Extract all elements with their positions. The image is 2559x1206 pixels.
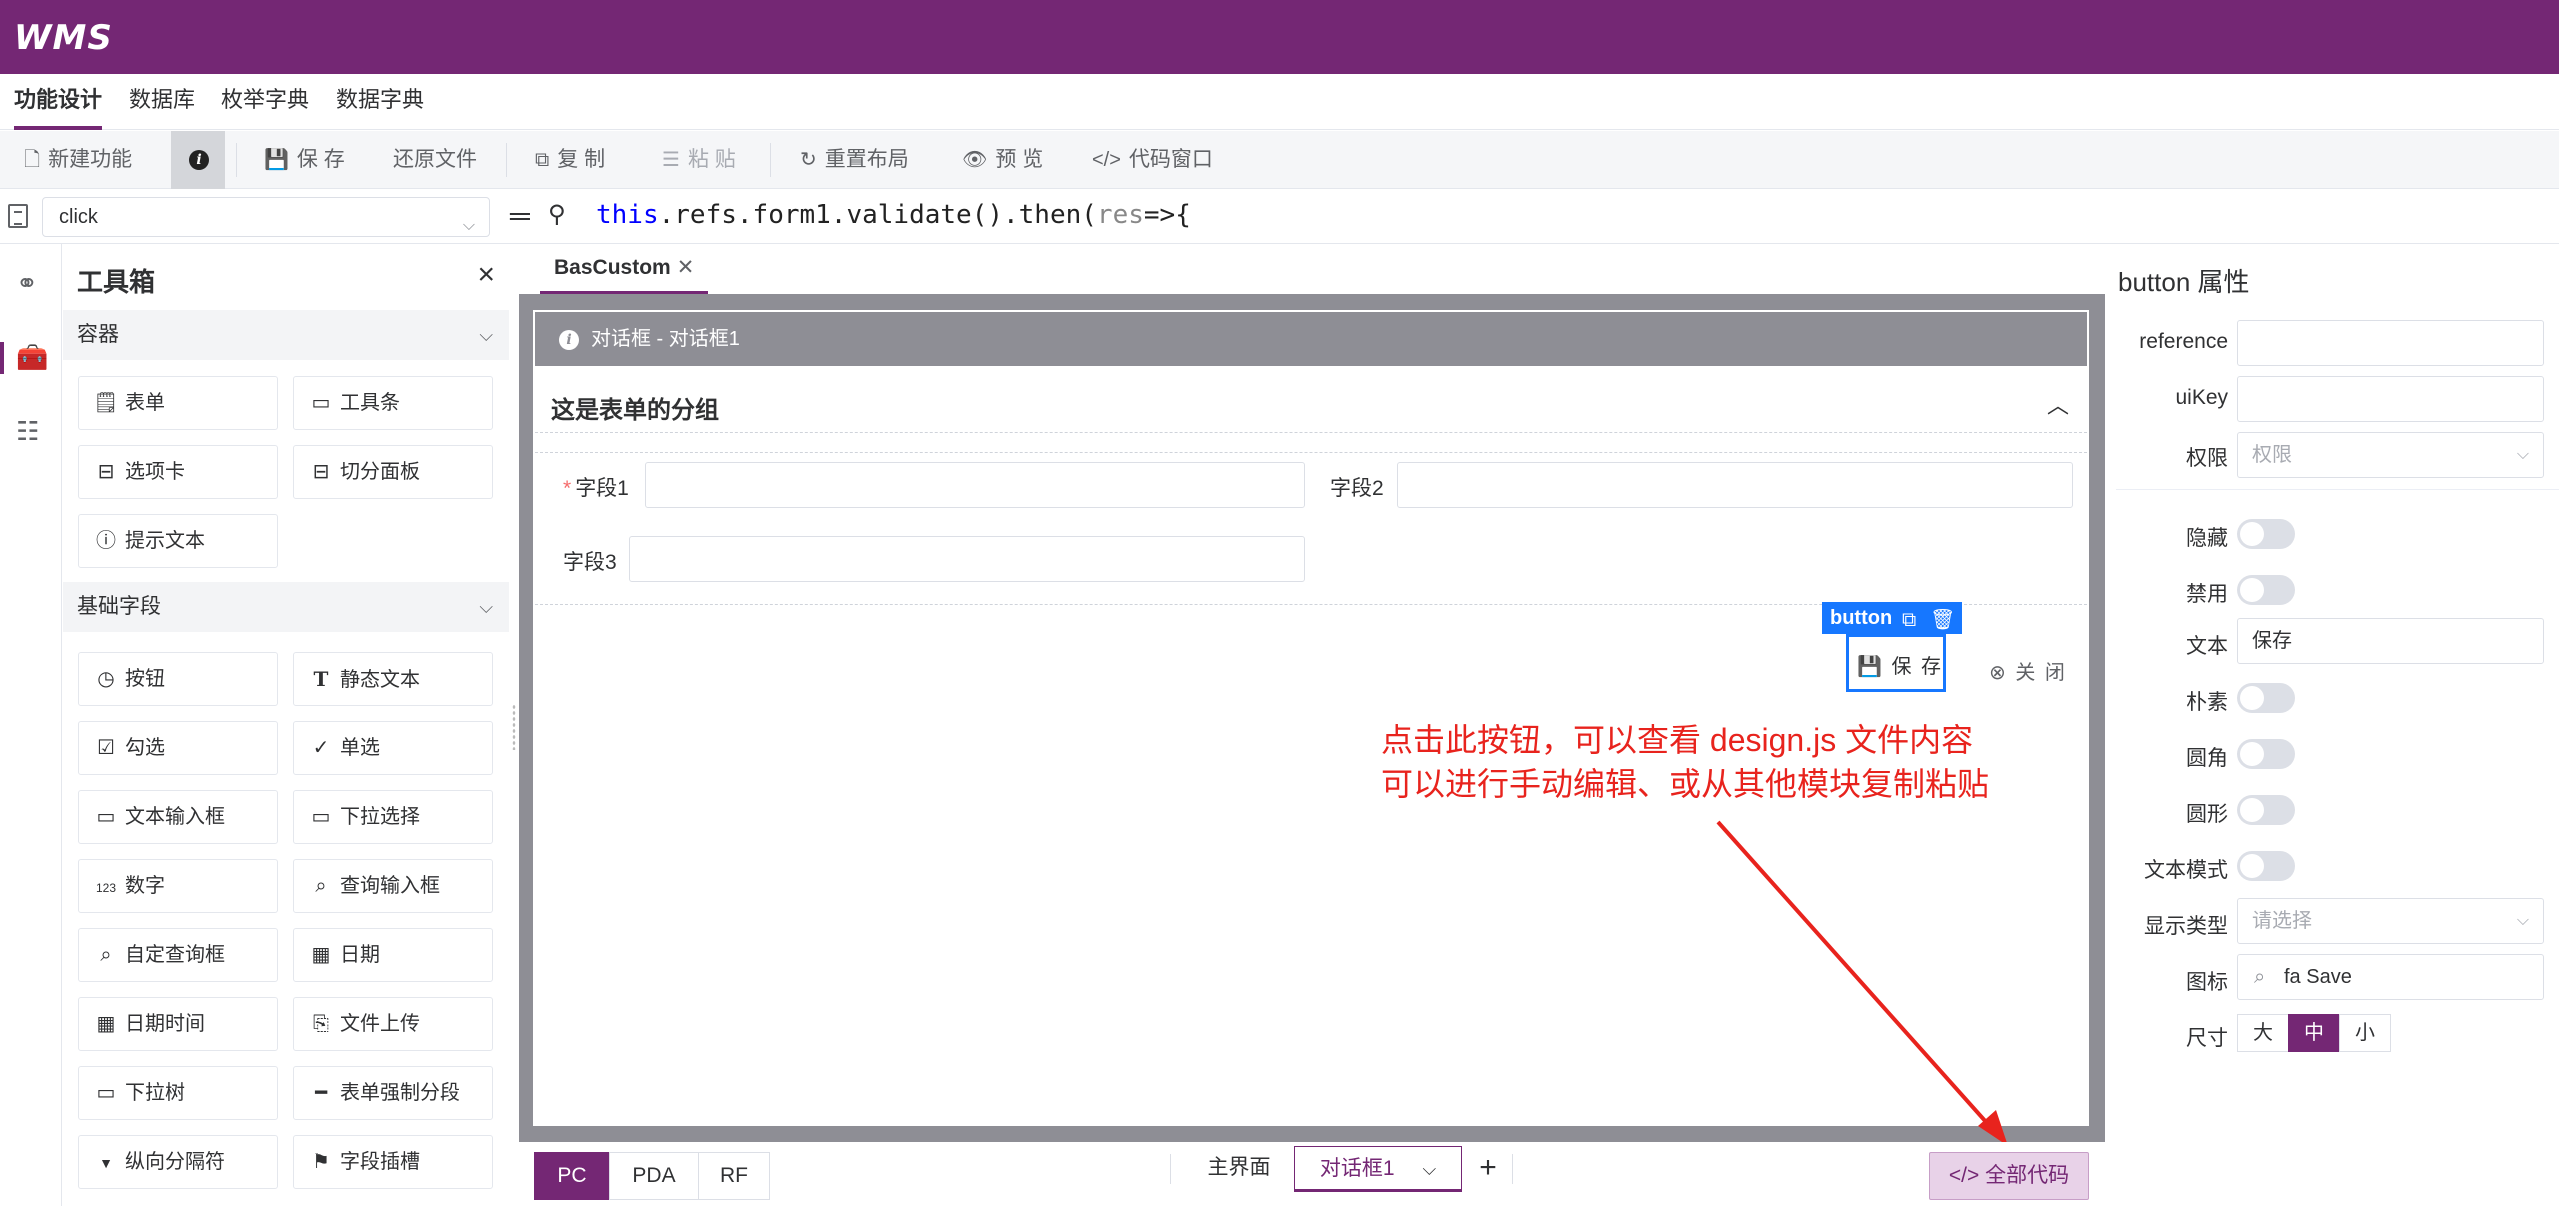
mode-pc[interactable]: PC (534, 1152, 610, 1200)
icon-label: 图标 (2186, 971, 2228, 994)
reference-label: reference (2139, 330, 2228, 353)
page-tab-main[interactable]: 主界面 (1184, 1146, 1294, 1192)
round-toggle[interactable] (2237, 739, 2295, 769)
properties-panel: button 属性 reference uiKey 权限 权限 ⌵ 隐藏 禁用 文… (2106, 244, 2559, 1206)
hidden-toggle[interactable] (2237, 519, 2295, 549)
plain-toggle[interactable] (2237, 683, 2295, 713)
display-type-select[interactable]: 请选择 ⌵ (2237, 898, 2544, 944)
round-label: 圆角 (2186, 747, 2228, 770)
chevron-down-icon: ⌵ (2516, 912, 2529, 929)
mode-pda[interactable]: PDA (609, 1152, 699, 1200)
disabled-label: 禁用 (2186, 583, 2228, 606)
text-label: 文本 (2186, 635, 2228, 658)
code-icon: </> (1948, 1164, 1980, 1187)
text-mode-toggle[interactable] (2237, 851, 2295, 881)
icon-input[interactable]: ⌕ fa Save (2237, 954, 2544, 1000)
chevron-down-icon[interactable]: ⌵ (1422, 1159, 1436, 1179)
size-small[interactable]: 小 (2339, 1014, 2391, 1052)
plain-label: 朴素 (2186, 691, 2228, 714)
text-input[interactable]: 保存 (2237, 618, 2544, 664)
display-type-label: 显示类型 (2144, 915, 2228, 938)
text-mode-label: 文本模式 (2144, 859, 2228, 882)
chevron-down-icon: ⌵ (2516, 446, 2529, 463)
permission-select[interactable]: 权限 ⌵ (2237, 432, 2544, 478)
page-tab-dialog1[interactable]: 对话框1 ⌵ (1294, 1146, 1462, 1192)
properties-title: button 属性 (2118, 267, 2250, 297)
search-icon: ⌕ (2254, 966, 2266, 988)
size-large[interactable]: 大 (2237, 1014, 2289, 1052)
add-page-icon[interactable]: + (1470, 1146, 1506, 1192)
divider (1170, 1154, 1171, 1184)
uikey-label: uiKey (2175, 386, 2228, 409)
circle-toggle[interactable] (2237, 795, 2295, 825)
mode-rf[interactable]: RF (698, 1152, 770, 1200)
hidden-label: 隐藏 (2186, 527, 2228, 550)
size-medium[interactable]: 中 (2288, 1014, 2340, 1052)
uikey-input[interactable] (2237, 376, 2544, 422)
all-code-button[interactable]: </> 全部代码 (1929, 1152, 2089, 1200)
divider (2116, 489, 2559, 490)
divider (1512, 1154, 1513, 1184)
circle-label: 圆形 (2186, 803, 2228, 826)
size-label: 尺寸 (2186, 1027, 2228, 1050)
reference-input[interactable] (2237, 320, 2544, 366)
permission-label: 权限 (2186, 447, 2228, 470)
disabled-toggle[interactable] (2237, 575, 2295, 605)
